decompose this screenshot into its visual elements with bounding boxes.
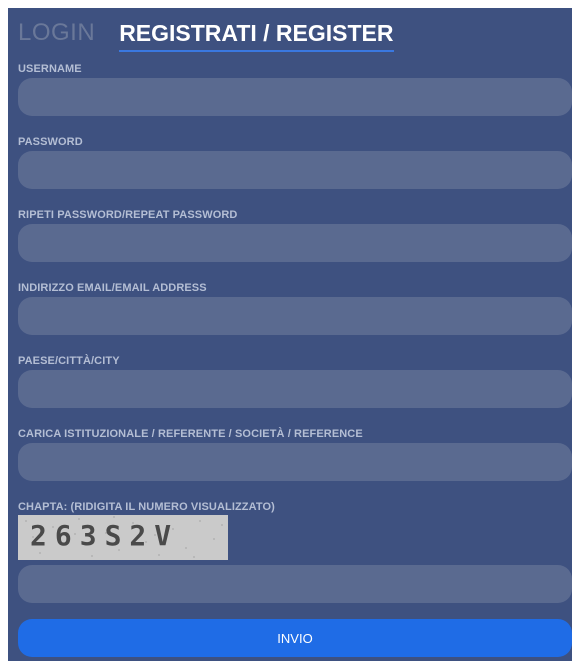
email-input[interactable] xyxy=(18,297,572,335)
city-input[interactable] xyxy=(18,370,572,408)
captcha-input[interactable] xyxy=(18,565,572,603)
password-label: PASSWORD xyxy=(18,136,83,148)
reference-input[interactable] xyxy=(18,443,572,481)
captcha-text: 263S2V xyxy=(30,519,180,552)
register-form-panel: LOGIN REGISTRATI / REGISTER USERNAME PAS… xyxy=(8,8,572,661)
captcha-image: 263S2V xyxy=(18,515,228,560)
tab-register[interactable]: REGISTRATI / REGISTER xyxy=(119,18,394,52)
city-label: PAESE/CITTÀ/CITY xyxy=(18,355,120,367)
email-label: INDIRIZZO EMAIL/EMAIL ADDRESS xyxy=(18,282,207,294)
username-label: USERNAME xyxy=(18,63,82,75)
submit-button[interactable]: INVIO xyxy=(18,619,572,657)
repeat-password-input[interactable] xyxy=(18,224,572,262)
username-input[interactable] xyxy=(18,78,572,116)
form-tabs: LOGIN REGISTRATI / REGISTER xyxy=(18,18,394,54)
tab-login[interactable]: LOGIN xyxy=(18,18,95,48)
captcha-label: CHAPTA: (RIDIGITA IL NUMERO VISUALIZZATO… xyxy=(18,501,275,513)
repeat-password-label: RIPETI PASSWORD/REPEAT PASSWORD xyxy=(18,209,238,221)
reference-label: CARICA ISTITUZIONALE / REFERENTE / SOCIE… xyxy=(18,428,363,440)
password-input[interactable] xyxy=(18,151,572,189)
